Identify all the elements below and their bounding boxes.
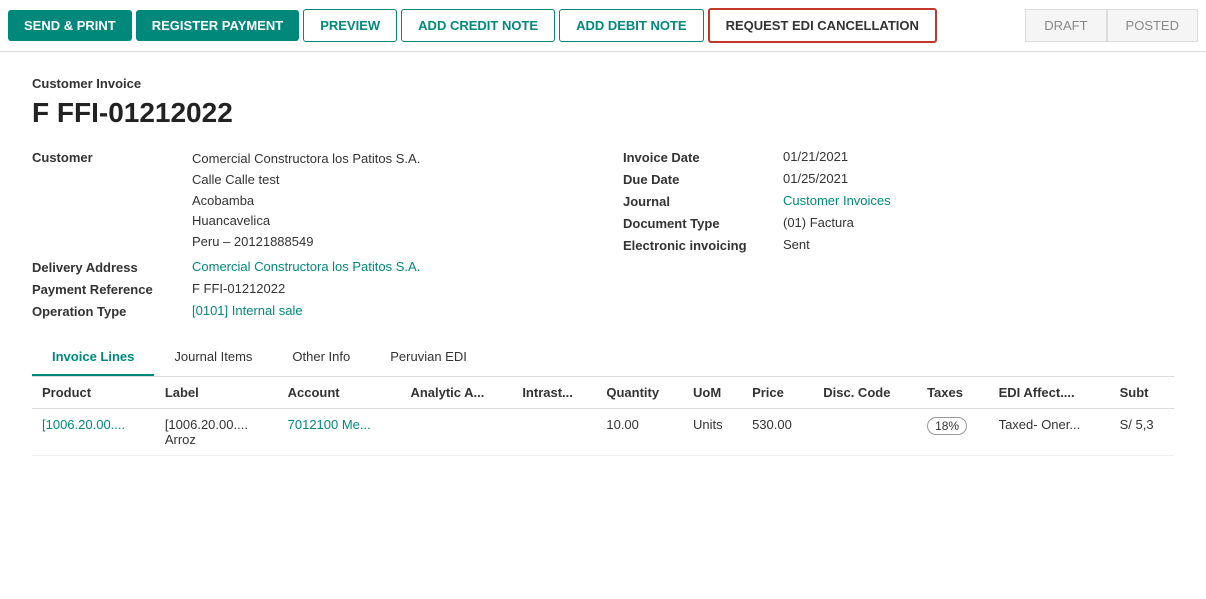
invoice-lines-table: Product Label Account Analytic A... Intr… (32, 377, 1174, 456)
add-credit-note-button[interactable]: ADD CREDIT NOTE (401, 9, 555, 42)
payment-ref-label: Payment Reference (32, 281, 192, 297)
col-taxes: Taxes (917, 377, 988, 409)
delivery-value[interactable]: Comercial Constructora los Patitos S.A. (192, 259, 420, 274)
cell-quantity: 10.00 (596, 408, 683, 455)
e-invoicing-row: Electronic invoicing Sent (623, 237, 1174, 253)
journal-value[interactable]: Customer Invoices (783, 193, 891, 208)
col-subtotal: Subt (1110, 377, 1174, 409)
info-grid: Customer Comercial Constructora los Pati… (32, 149, 1174, 319)
col-disc-code: Disc. Code (813, 377, 917, 409)
customer-addr1: Calle Calle test (192, 170, 420, 191)
due-date-row: Due Date 01/25/2021 (623, 171, 1174, 187)
document-type-label: Customer Invoice (32, 76, 1174, 91)
invoice-date-label: Invoice Date (623, 149, 783, 165)
tab-other-info[interactable]: Other Info (272, 339, 370, 376)
document-title: F FFI-01212022 (32, 97, 1174, 129)
doc-type-label: Document Type (623, 215, 783, 231)
operation-type-row: Operation Type [0101] Internal sale (32, 303, 583, 319)
cell-taxes: 18% (917, 408, 988, 455)
col-edi-affect: EDI Affect.... (989, 377, 1110, 409)
journal-row: Journal Customer Invoices (623, 193, 1174, 209)
main-content: Customer Invoice F FFI-01212022 Customer… (0, 52, 1206, 456)
journal-label: Journal (623, 193, 783, 209)
register-payment-button[interactable]: REGISTER PAYMENT (136, 10, 299, 41)
payment-ref-row: Payment Reference F FFI-01212022 (32, 281, 583, 297)
cell-analytic (400, 408, 512, 455)
invoice-date-value: 01/21/2021 (783, 149, 848, 164)
cell-subtotal: S/ 5,3 (1110, 408, 1174, 455)
e-invoicing-label: Electronic invoicing (623, 237, 783, 253)
status-area: DRAFT POSTED (1025, 9, 1198, 42)
toolbar: SEND & PRINT REGISTER PAYMENT PREVIEW AD… (0, 0, 1206, 52)
status-draft-button[interactable]: DRAFT (1025, 9, 1106, 42)
tab-peruvian-edi[interactable]: Peruvian EDI (370, 339, 487, 376)
cell-label-line2: Arroz (165, 432, 268, 447)
cell-account[interactable]: 7012100 Me... (278, 408, 401, 455)
info-left: Customer Comercial Constructora los Pati… (32, 149, 583, 319)
customer-label: Customer (32, 149, 192, 165)
cell-edi-affect: Taxed- Oner... (989, 408, 1110, 455)
customer-row: Customer Comercial Constructora los Pati… (32, 149, 583, 253)
cell-disc-code (813, 408, 917, 455)
customer-addr3: Huancavelica (192, 211, 420, 232)
cell-uom: Units (683, 408, 742, 455)
request-edi-cancellation-button[interactable]: REQUEST EDI CANCELLATION (708, 8, 937, 43)
cell-price: 530.00 (742, 408, 813, 455)
status-posted-button[interactable]: POSTED (1107, 9, 1198, 42)
customer-addr4: Peru – 20121888549 (192, 232, 420, 253)
delivery-row: Delivery Address Comercial Constructora … (32, 259, 583, 275)
due-date-value: 01/25/2021 (783, 171, 848, 186)
tax-badge: 18% (927, 417, 967, 435)
payment-ref-value: F FFI-01212022 (192, 281, 285, 296)
operation-type-value[interactable]: [0101] Internal sale (192, 303, 303, 318)
col-uom: UoM (683, 377, 742, 409)
doc-type-row: Document Type (01) Factura (623, 215, 1174, 231)
customer-address: Comercial Constructora los Patitos S.A. … (192, 149, 420, 253)
preview-button[interactable]: PREVIEW (303, 9, 397, 42)
col-analytic: Analytic A... (400, 377, 512, 409)
tabs: Invoice Lines Journal Items Other Info P… (32, 339, 1174, 377)
cell-label: [1006.20.00.... Arroz (155, 408, 278, 455)
operation-type-label: Operation Type (32, 303, 192, 319)
e-invoicing-value: Sent (783, 237, 810, 252)
col-price: Price (742, 377, 813, 409)
table-row: [1006.20.00.... [1006.20.00.... Arroz 70… (32, 408, 1174, 455)
customer-addr2: Acobamba (192, 191, 420, 212)
due-date-label: Due Date (623, 171, 783, 187)
tab-invoice-lines[interactable]: Invoice Lines (32, 339, 154, 376)
info-right: Invoice Date 01/21/2021 Due Date 01/25/2… (623, 149, 1174, 319)
col-account: Account (278, 377, 401, 409)
col-intrast: Intrast... (512, 377, 596, 409)
delivery-label: Delivery Address (32, 259, 192, 275)
tab-journal-items[interactable]: Journal Items (154, 339, 272, 376)
doc-type-value: (01) Factura (783, 215, 854, 230)
customer-name[interactable]: Comercial Constructora los Patitos S.A. (192, 149, 420, 170)
cell-label-line1: [1006.20.00.... (165, 417, 268, 432)
cell-intrast (512, 408, 596, 455)
cell-product[interactable]: [1006.20.00.... (32, 408, 155, 455)
invoice-date-row: Invoice Date 01/21/2021 (623, 149, 1174, 165)
col-label: Label (155, 377, 278, 409)
col-quantity: Quantity (596, 377, 683, 409)
col-product: Product (32, 377, 155, 409)
send-print-button[interactable]: SEND & PRINT (8, 10, 132, 41)
add-debit-note-button[interactable]: ADD DEBIT NOTE (559, 9, 704, 42)
